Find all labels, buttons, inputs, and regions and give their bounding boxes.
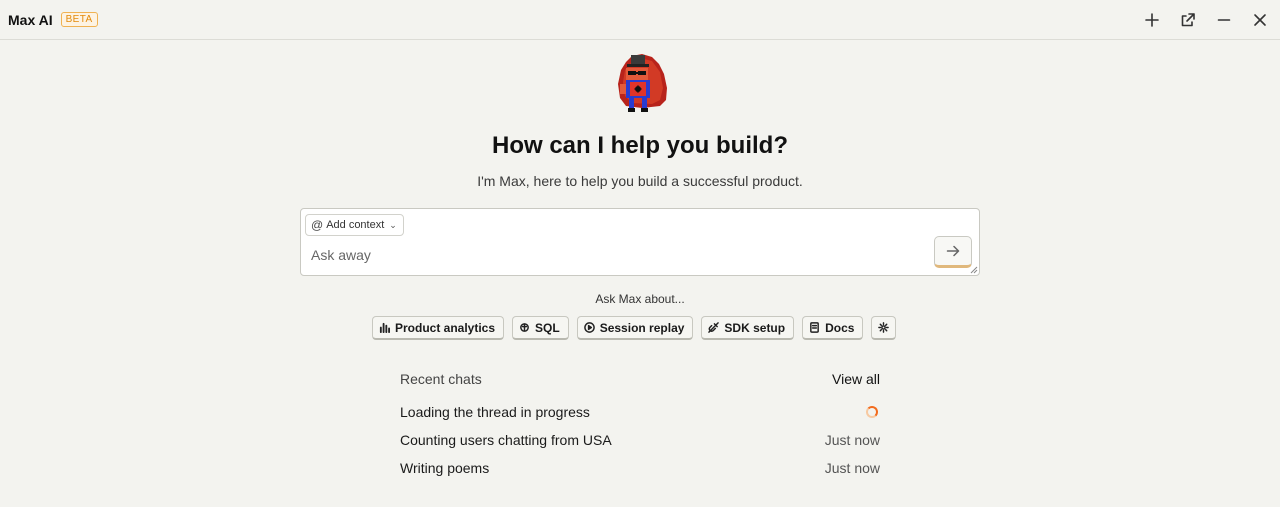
- database-icon: [520, 323, 529, 332]
- plus-icon: [1145, 13, 1159, 27]
- minimize-icon: [1217, 19, 1231, 21]
- loading-spinner-icon: [866, 406, 878, 418]
- book-icon: [810, 322, 820, 333]
- suggestion-sql[interactable]: SQL: [512, 316, 569, 340]
- add-context-label: Add context: [326, 219, 385, 231]
- chat-list-item[interactable]: Counting users chatting from USA Just no…: [400, 426, 880, 454]
- arrow-right-icon: [946, 245, 960, 257]
- submit-button[interactable]: [934, 236, 972, 268]
- suggestion-label: SDK setup: [724, 320, 786, 335]
- recent-chats-list: Loading the thread in progress Counting …: [400, 398, 880, 482]
- minimize-button[interactable]: [1210, 6, 1238, 34]
- chat-title: Writing poems: [400, 460, 490, 476]
- recent-chats-header: Recent chats View all: [400, 368, 880, 390]
- suggestion-settings-button[interactable]: [871, 316, 897, 340]
- window-controls: [1138, 6, 1274, 34]
- suggestion-label: Docs: [825, 320, 855, 335]
- close-button[interactable]: [1246, 6, 1274, 34]
- resize-handle[interactable]: [970, 266, 978, 274]
- add-context-button[interactable]: @ Add context ⌄: [305, 214, 404, 236]
- open-external-icon: [1181, 13, 1195, 27]
- suggestion-sdk-setup[interactable]: SDK setup: [701, 316, 795, 340]
- chat-list-item[interactable]: Writing poems Just now: [400, 454, 880, 482]
- open-in-new-window-button[interactable]: [1174, 6, 1202, 34]
- chat-timestamp: Just now: [824, 460, 880, 476]
- recent-chats-title: Recent chats: [400, 371, 482, 387]
- recent-chats-section: Recent chats View all Loading the thread…: [400, 368, 880, 482]
- page-subheading: I'm Max, here to help you build a succes…: [477, 173, 803, 189]
- max-hedgehog-mascot: [618, 54, 667, 112]
- beta-badge: BETA: [60, 12, 98, 27]
- bar-chart-icon: [379, 322, 390, 333]
- play-icon: [583, 322, 595, 333]
- suggestion-product-analytics[interactable]: Product analytics: [372, 316, 505, 340]
- chat-title: Counting users chatting from USA: [400, 432, 612, 448]
- new-chat-button[interactable]: [1138, 6, 1166, 34]
- gear-icon: [878, 322, 890, 333]
- suggestion-chips: Product analytics SQL Session replay SDK…: [372, 316, 897, 340]
- question-composer: @ Add context ⌄: [300, 208, 980, 276]
- suggestion-session-replay[interactable]: Session replay: [576, 316, 694, 340]
- suggestions-title: Ask Max about...: [595, 292, 685, 306]
- view-all-link[interactable]: View all: [832, 371, 880, 387]
- page-heading: How can I help you build?: [491, 132, 788, 159]
- title-bar: Max AI BETA: [0, 0, 1280, 40]
- close-icon: [1254, 14, 1266, 26]
- ask-input[interactable]: [311, 245, 911, 265]
- suggestion-label: SQL: [535, 320, 560, 335]
- chevron-down-icon: ⌄: [389, 219, 397, 230]
- app-title: Max AI: [8, 11, 53, 28]
- suggestion-label: Session replay: [599, 320, 685, 335]
- plug-icon: [708, 322, 720, 333]
- suggestion-label: Product analytics: [395, 320, 496, 335]
- at-sign-icon: @: [311, 218, 324, 232]
- suggestion-docs[interactable]: Docs: [802, 316, 864, 340]
- chat-list-item[interactable]: Loading the thread in progress: [400, 398, 880, 426]
- chat-timestamp: Just now: [824, 432, 880, 448]
- chat-title: Loading the thread in progress: [400, 404, 590, 420]
